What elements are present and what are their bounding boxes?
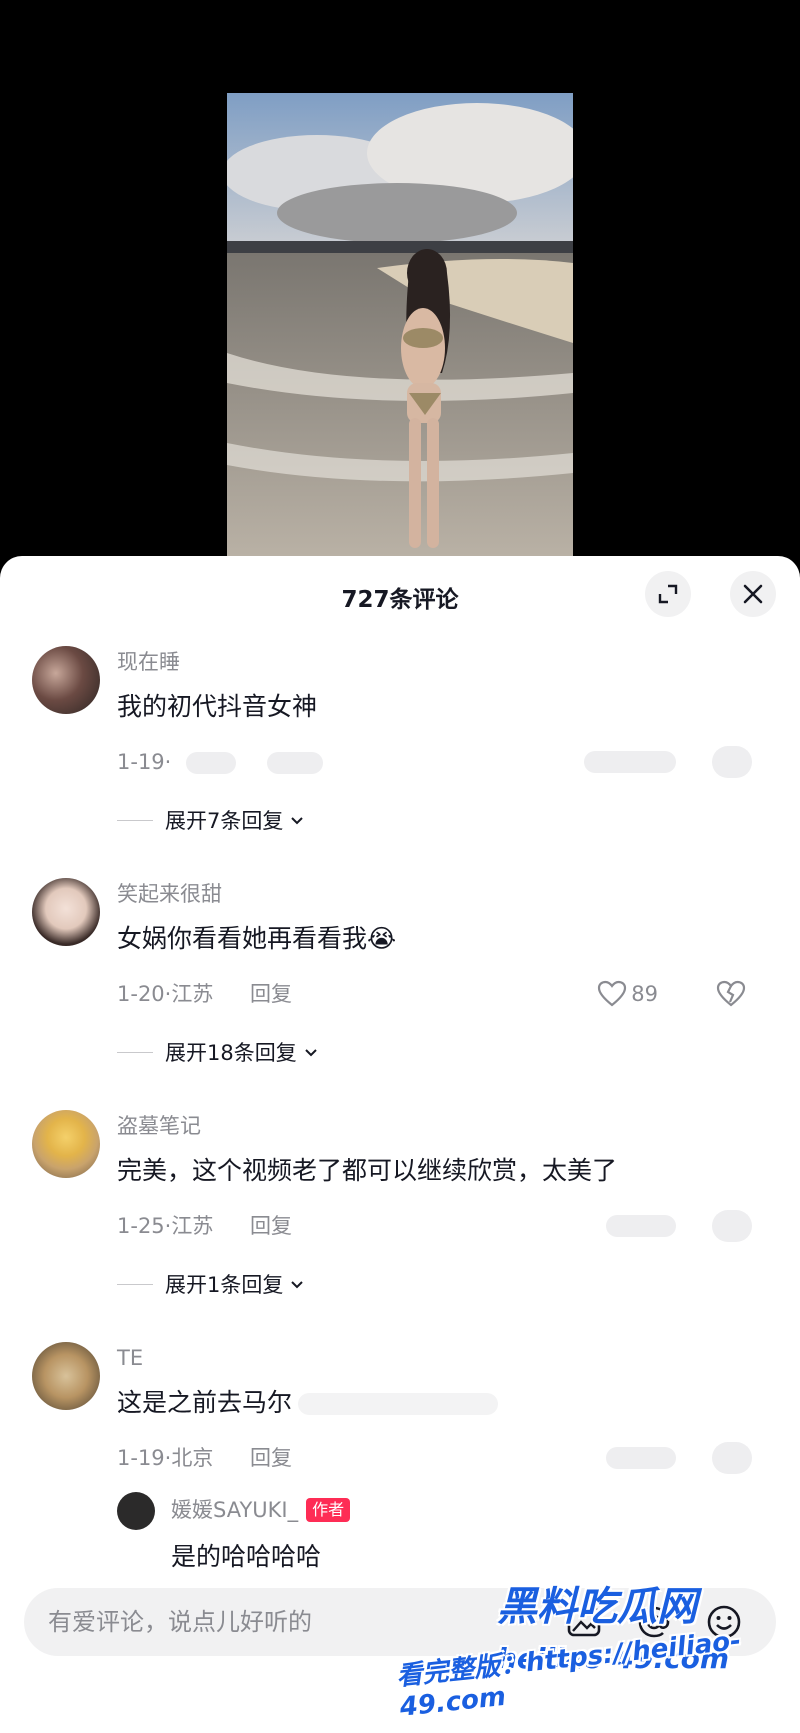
- comment-text: 女娲你看看她再看看我😭: [117, 924, 397, 953]
- comment-username[interactable]: 现在睡: [117, 646, 776, 678]
- comment-meta: 1-25·江苏 回复: [117, 1206, 776, 1246]
- comment-username[interactable]: TE: [117, 1342, 776, 1374]
- blurred-like: [606, 1215, 676, 1237]
- dislike-button[interactable]: [716, 980, 746, 1021]
- reply-username[interactable]: 媛媛SAYUKI_ 作者: [171, 1492, 776, 1528]
- reply-button[interactable]: 回复: [250, 1214, 292, 1238]
- blurred-text: [266, 752, 323, 774]
- comments-sheet: 727条评论 现在睡 我的初代抖音女神 1-19· 展开7条回复 笑起来很甜 女…: [0, 556, 800, 1733]
- reply-text: 是的哈哈哈哈: [171, 1542, 322, 1571]
- expand-replies-button[interactable]: 展开1条回复: [117, 1264, 776, 1304]
- blurred-dislike: [712, 746, 752, 778]
- expand-replies-label: 展开7条回复: [165, 809, 284, 833]
- comment-text: 完美，这个视频老了都可以继续欣赏，太美了: [117, 1156, 618, 1185]
- broken-heart-icon: [716, 980, 746, 1007]
- chevron-down-icon: [305, 1049, 317, 1057]
- blurred-like: [584, 751, 676, 773]
- chevron-down-icon: [291, 817, 304, 825]
- video-player[interactable]: [0, 0, 800, 556]
- expand-replies-label: 展开1条回复: [165, 1273, 284, 1297]
- comment-date-location: 1-25·江苏: [117, 1214, 214, 1238]
- avatar[interactable]: [32, 878, 100, 946]
- comment-item: 盗墓笔记 完美，这个视频老了都可以继续欣赏，太美了 1-25·江苏 回复 展开1…: [0, 1110, 800, 1304]
- divider: [117, 1283, 153, 1285]
- comment-date-location: 1-20·江苏: [117, 982, 214, 1006]
- watermark-site-name: 黑料吃瓜网: [497, 1584, 697, 1630]
- heart-icon: [598, 980, 627, 1007]
- comment-meta: 1-20·江苏 回复 89: [117, 974, 776, 1014]
- expand-button[interactable]: [645, 571, 691, 617]
- reply-button[interactable]: 回复: [250, 982, 292, 1006]
- avatar[interactable]: [32, 646, 100, 714]
- author-badge: 作者: [306, 1498, 351, 1522]
- close-button[interactable]: [730, 571, 776, 617]
- comment-username[interactable]: 盗墓笔记: [117, 1110, 776, 1142]
- chevron-down-icon: [291, 1281, 304, 1289]
- expand-replies-label: 展开18条回复: [165, 1041, 297, 1065]
- comment-meta: 1-19·北京 回复: [117, 1438, 776, 1478]
- comment-item: TE 这是之前去马尔 1-19·北京 回复 媛媛SAYUKI_ 作者 是的哈哈哈哈: [0, 1342, 800, 1592]
- sheet-header: 727条评论: [0, 556, 800, 632]
- video-thumbnail[interactable]: [227, 93, 573, 556]
- like-count: 89: [631, 982, 658, 1006]
- comment-input-placeholder: 有爱评论，说点儿好听的: [48, 1608, 312, 1636]
- comment-item: 现在睡 我的初代抖音女神 1-19· 展开7条回复: [0, 646, 800, 840]
- comment-text: 我的初代抖音女神: [117, 692, 318, 721]
- like-button[interactable]: 89: [597, 974, 658, 1014]
- divider: [117, 1051, 153, 1053]
- beach-video-frame: [227, 93, 573, 556]
- comment-text-visible: 这是之前去马尔: [117, 1388, 293, 1417]
- comment-meta: 1-19·: [117, 742, 776, 782]
- close-icon: [743, 584, 763, 604]
- expand-icon: [658, 584, 678, 604]
- divider: [117, 819, 153, 821]
- blurred-dislike: [712, 1442, 752, 1474]
- comment-item: 笑起来很甜 女娲你看看她再看看我😭 1-20·江苏 回复 89 展开18条回复: [0, 878, 800, 1072]
- comment-text: 这是之前去马尔: [117, 1384, 776, 1422]
- avatar[interactable]: [32, 1110, 100, 1178]
- blurred-dislike: [712, 1210, 752, 1242]
- reply-button[interactable]: 回复: [250, 1446, 292, 1470]
- comment-date-location: 1-19·北京: [117, 1446, 214, 1470]
- reply-username-text: 媛媛SAYUKI_: [171, 1498, 299, 1522]
- blurred-text: [298, 1393, 499, 1415]
- comment-date-location: 1-19·: [117, 750, 172, 774]
- avatar[interactable]: [117, 1492, 155, 1530]
- avatar[interactable]: [32, 1342, 100, 1410]
- blurred-like: [606, 1447, 676, 1469]
- expand-replies-button[interactable]: 展开18条回复: [117, 1032, 776, 1072]
- comment-username[interactable]: 笑起来很甜: [117, 878, 776, 910]
- blurred-text: [186, 752, 237, 774]
- expand-replies-button[interactable]: 展开7条回复: [117, 800, 776, 840]
